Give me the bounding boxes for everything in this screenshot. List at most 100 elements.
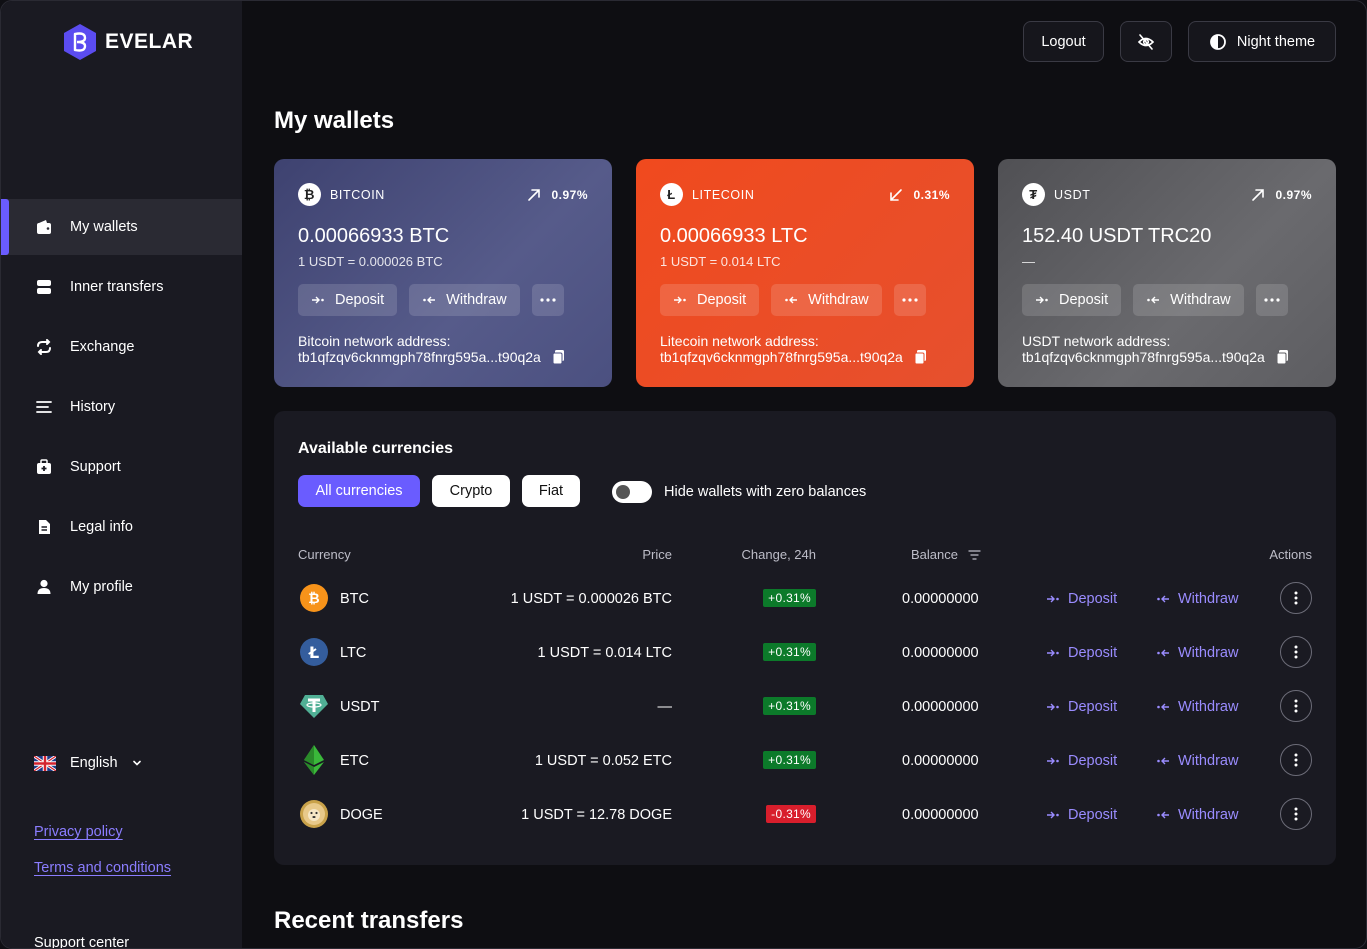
more-horizontal-icon	[540, 298, 556, 302]
copy-icon[interactable]	[914, 350, 926, 364]
wallet-change: 0.97%	[551, 187, 588, 202]
filter-label: Crypto	[449, 483, 493, 499]
sidebar-item-inner-transfers[interactable]: Inner transfers	[1, 259, 242, 315]
more-options-button[interactable]	[531, 284, 564, 316]
half-moon-icon	[1210, 33, 1226, 50]
theme-label: Night theme	[1236, 33, 1316, 50]
deposit-button[interactable]: Deposit	[660, 284, 760, 316]
filter-all-currencies[interactable]: All currencies	[298, 475, 420, 507]
row-withdraw-link[interactable]: Withdraw	[1156, 645, 1238, 661]
hide-zero-toggle[interactable]	[612, 481, 652, 503]
deposit-arrow-icon	[1036, 296, 1048, 304]
currency-balance: 0.00000000	[902, 645, 979, 661]
filter-label: All currencies	[315, 483, 403, 499]
bitcoin-icon: ₿	[298, 183, 321, 206]
currency-price: —	[657, 699, 673, 715]
currency-price: 1 USDT = 12.78 DOGE	[521, 807, 672, 823]
sidebar-item-my-profile[interactable]: My profile	[1, 559, 242, 615]
wallet-icon	[34, 217, 54, 237]
sidebar-item-label: Inner transfers	[70, 279, 164, 295]
privacy-policy-link[interactable]: Privacy policy	[34, 824, 123, 840]
support-center-link[interactable]: Support center	[34, 935, 129, 948]
withdraw-button[interactable]: Withdraw	[409, 284, 520, 316]
sidebar-item-legal-info[interactable]: Legal info	[1, 499, 242, 555]
copy-icon[interactable]	[1276, 350, 1288, 364]
hide-zero-label: Hide wallets with zero balances	[664, 484, 867, 500]
sidebar-item-my-wallets[interactable]: My wallets	[1, 199, 242, 255]
row-deposit-link[interactable]: Deposit	[1046, 645, 1117, 661]
exchange-icon	[34, 337, 54, 357]
deposit-arrow-icon	[1047, 595, 1059, 603]
sidebar-item-support[interactable]: Support	[1, 439, 242, 495]
panel-title: Available currencies	[298, 440, 454, 457]
copy-icon[interactable]	[552, 350, 564, 364]
header-price: Price	[642, 547, 672, 562]
row-deposit-link[interactable]: Deposit	[1046, 753, 1117, 769]
withdraw-arrow-icon	[423, 296, 436, 304]
withdraw-label: Withdraw	[1178, 753, 1239, 769]
logo-text: EVELAR	[105, 30, 194, 53]
row-more-button[interactable]	[1280, 744, 1312, 776]
sidebar-item-history[interactable]: History	[1, 379, 242, 435]
theme-toggle-button[interactable]: Night theme	[1188, 21, 1336, 62]
history-icon	[34, 397, 54, 417]
row-deposit-link[interactable]: Deposit	[1046, 591, 1117, 607]
row-withdraw-link[interactable]: Withdraw	[1156, 591, 1238, 607]
wallet-coin-name: BITCOIN	[330, 187, 385, 202]
more-options-button[interactable]	[1255, 284, 1288, 316]
row-more-button[interactable]	[1280, 582, 1312, 614]
withdraw-arrow-icon	[1157, 649, 1169, 657]
header-balance[interactable]: Balance	[911, 547, 981, 562]
withdraw-label: Withdraw	[1178, 807, 1239, 823]
sidebar-item-label: History	[70, 399, 116, 415]
row-deposit-link[interactable]: Deposit	[1046, 699, 1117, 715]
more-vertical-icon	[1294, 645, 1298, 659]
row-withdraw-link[interactable]: Withdraw	[1156, 753, 1238, 769]
header-change: Change, 24h	[741, 547, 816, 562]
currency-balance: 0.00000000	[902, 807, 979, 823]
wallet-change: 0.31%	[913, 187, 950, 202]
filter-fiat[interactable]: Fiat	[522, 475, 580, 507]
filter-crypto[interactable]: Crypto	[432, 475, 510, 507]
currencies-panel: Available currencies All currencies Cryp…	[274, 411, 1336, 865]
more-vertical-icon	[1294, 591, 1298, 605]
withdraw-button[interactable]: Withdraw	[1133, 284, 1244, 316]
table-row: Ł LTC 1 USDT = 0.014 LTC +0.31% 0.000000…	[274, 625, 1336, 679]
row-withdraw-link[interactable]: Withdraw	[1156, 699, 1238, 715]
litecoin-icon: Ł	[300, 638, 328, 666]
terms-link[interactable]: Terms and conditions	[34, 860, 171, 876]
sidebar-nav: My wallets Inner transfers Exchange Hist…	[1, 199, 242, 619]
wallet-card-bitcoin: ₿ BITCOIN 0.97% 0.00066933 BTC 1 USDT = …	[274, 159, 612, 387]
language-selector[interactable]: English	[34, 755, 142, 771]
withdraw-label: Withdraw	[1178, 699, 1239, 715]
more-options-button[interactable]	[893, 284, 926, 316]
withdraw-arrow-icon	[785, 296, 798, 304]
table-row: USDT — +0.31% 0.00000000 Deposit Withdra…	[274, 679, 1336, 733]
logout-button[interactable]: Logout	[1023, 21, 1104, 62]
toggle-knob	[616, 485, 630, 499]
deposit-button[interactable]: Deposit	[1022, 284, 1122, 316]
arrow-down-left-icon	[890, 188, 903, 201]
header-balance-label: Balance	[911, 547, 958, 562]
row-more-button[interactable]	[1280, 636, 1312, 668]
table-row: DOGE 1 USDT = 12.78 DOGE -0.31% 0.000000…	[274, 787, 1336, 841]
row-more-button[interactable]	[1280, 798, 1312, 830]
change-badge: -0.31%	[766, 805, 816, 823]
deposit-button[interactable]: Deposit	[298, 284, 398, 316]
change-badge: +0.31%	[763, 751, 816, 769]
row-more-button[interactable]	[1280, 690, 1312, 722]
row-deposit-link[interactable]: Deposit	[1046, 807, 1117, 823]
support-icon	[34, 457, 54, 477]
hide-balance-button[interactable]	[1120, 21, 1172, 62]
wallet-coin-name: LITECOIN	[692, 187, 755, 202]
withdraw-button[interactable]: Withdraw	[771, 284, 882, 316]
address-label: Bitcoin network address:	[298, 333, 451, 349]
arrow-up-right-icon	[528, 188, 541, 201]
row-withdraw-link[interactable]: Withdraw	[1156, 807, 1238, 823]
recent-transfers-title: Recent transfers	[274, 907, 464, 934]
sidebar-item-exchange[interactable]: Exchange	[1, 319, 242, 375]
deposit-label: Deposit	[697, 292, 747, 308]
logo[interactable]: EVELAR	[63, 23, 193, 61]
sort-icon	[968, 549, 981, 560]
header-actions: Actions	[1269, 547, 1312, 562]
